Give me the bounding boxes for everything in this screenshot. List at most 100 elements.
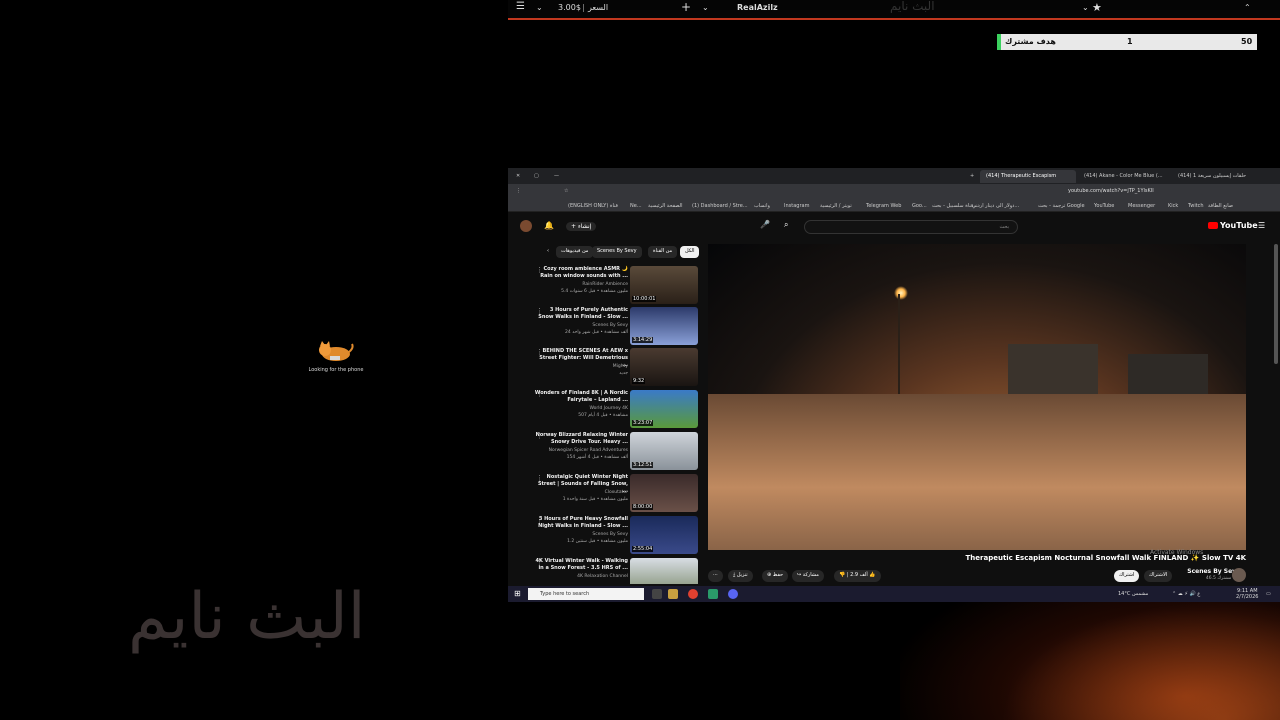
bookmark-item[interactable]: (ENGLISH ONLY) قناة	[568, 203, 618, 209]
search-icon[interactable]: ⌕	[784, 220, 788, 230]
chrome-icon[interactable]	[688, 589, 698, 599]
chip-channel-name[interactable]: Scenes By Sevy	[592, 246, 642, 258]
list-item[interactable]: ⋮ 4K Virtual Winter Walk - Walking in a …	[528, 558, 700, 584]
bookmark-item[interactable]: Kick	[1168, 203, 1178, 209]
dropdown-icon[interactable]: ⌄	[536, 3, 543, 12]
search-placeholder: بحث	[999, 224, 1009, 230]
caret-up-icon[interactable]: ⌃	[1244, 3, 1251, 12]
tab-akane[interactable]: (414) Akane - Color Me Blue (...	[1078, 170, 1170, 183]
bookmark-item[interactable]: قناة سلسبيل - بحث...	[932, 203, 978, 209]
video-meta: 154 ألف مشاهدة • قبل 4 أشهر	[566, 455, 628, 460]
notification-icon[interactable]: ▭	[1266, 591, 1271, 597]
join-button[interactable]: الاشتراك	[1144, 570, 1173, 582]
video-thumbnail[interactable]: 2:55:04	[630, 516, 698, 554]
mic-icon[interactable]: 🎤	[760, 220, 770, 229]
save-button[interactable]: ⊕ حفظ	[762, 570, 789, 582]
scrollbar[interactable]	[1274, 244, 1278, 364]
create-button[interactable]: + إنشاء	[566, 222, 597, 231]
list-item[interactable]: ⋮ BEHIND THE SCENES At AEW x Street Figh…	[528, 348, 700, 386]
dropdown-icon[interactable]: ⌄	[1082, 3, 1089, 12]
background-glow-bright	[1000, 600, 1280, 720]
stream-top-bar: ☰ ⌄ 3.00$ | السعر + ⌄ RealAzilz البث ناي…	[508, 0, 1280, 20]
weather-widget[interactable]: 14°C مشمس	[1118, 591, 1148, 597]
address-bar[interactable]: youtube.com/watch?v=jTP_1YlsKII ⋮ ☆	[508, 184, 1280, 200]
discord-icon[interactable]	[728, 589, 738, 599]
list-item[interactable]: ⋮ 3 Hours of Purely Authentic Snow Walks…	[528, 307, 700, 345]
chip-other[interactable]: من فيديوهات	[556, 246, 594, 258]
video-player[interactable]	[708, 244, 1246, 550]
tab-label: (414) Therapeutic Escapism	[986, 173, 1057, 179]
extension-icon[interactable]: ⋮	[516, 188, 521, 194]
bookmark-item[interactable]: واتساب	[754, 203, 770, 209]
video-thumbnail[interactable]: 10:00:01	[630, 266, 698, 304]
share-label: مشاركة	[802, 572, 819, 578]
notifications-icon[interactable]: 🔔	[544, 221, 554, 230]
bookmark-item[interactable]: الصفحة الرئيسية	[648, 203, 683, 209]
video-channel: World Journey 4K	[589, 406, 628, 411]
video-thumbnail[interactable]: 3:23:07	[630, 390, 698, 428]
windows-start-icon[interactable]: ⊞	[514, 589, 521, 598]
star-icon[interactable]: ★	[1092, 1, 1102, 14]
logo-text: YouTube	[1220, 221, 1258, 230]
list-item[interactable]: ⋮ Cozy room ambience ASMR 🌙 Rain on wind…	[528, 266, 700, 304]
chip-from-channel[interactable]: من القناة	[648, 246, 678, 258]
close-window-icon[interactable]: ✕	[510, 170, 526, 183]
video-thumbnail[interactable]	[630, 558, 698, 584]
restore-icon[interactable]: ▢	[528, 170, 545, 183]
download-label: تنزيل	[736, 572, 748, 578]
bookmark-item[interactable]: YouTube	[1094, 203, 1114, 209]
list-item[interactable]: ⋮ Norway Blizzard Relaxing Winter Snowy …	[528, 432, 700, 470]
chip-all[interactable]: الكل	[680, 246, 700, 258]
download-button[interactable]: ⤓ تنزيل	[728, 570, 753, 582]
bookmark-item[interactable]: Instagram	[784, 203, 809, 209]
tab-episodes[interactable]: (414) حلقات إيسبيلون سريعة 1	[1172, 170, 1272, 183]
chevron-left-icon[interactable]: ‹	[542, 246, 554, 258]
list-item[interactable]: ⋮ Nostalgic Quiet Winter Night Street | …	[528, 474, 700, 512]
bookmark-item[interactable]: صانع الطاقة	[1208, 203, 1233, 209]
hamburger-icon[interactable]: ☰	[1258, 221, 1265, 230]
bookmark-star-icon[interactable]: ☆	[564, 188, 568, 194]
video-thumbnail[interactable]: 9:32	[630, 348, 698, 386]
bookmark-item[interactable]: Telegram Web	[866, 203, 901, 209]
bookmark-item[interactable]: Messenger	[1128, 203, 1155, 209]
task-view-icon[interactable]	[652, 589, 662, 599]
stream-title: البث نايم	[128, 580, 366, 654]
video-title-main: Therapeutic Escapism Nocturnal Snowfall …	[965, 554, 1246, 562]
bookmark-item[interactable]: تويتر / الرئيسية	[820, 203, 852, 209]
goal-current: 1	[1127, 37, 1133, 46]
bookmark-item[interactable]: Ne...	[630, 203, 642, 209]
avatar[interactable]	[520, 220, 532, 232]
more-actions-icon[interactable]: ⋯	[708, 570, 723, 582]
like-dislike-button[interactable]: 👎 | 2.9 ألف 👍	[834, 570, 881, 582]
minimize-icon[interactable]: —	[548, 170, 565, 183]
dropdown-icon[interactable]: ⌄	[702, 3, 709, 12]
menu-icon[interactable]: ☰	[516, 1, 525, 12]
app-icon[interactable]	[708, 589, 718, 599]
search-input[interactable]: بحث	[804, 220, 1018, 234]
youtube-logo[interactable]: YouTube	[1208, 221, 1258, 230]
bookmark-item[interactable]: ترجمة - بحث Google	[1038, 203, 1085, 209]
plus-icon[interactable]: +	[681, 0, 691, 14]
tab-therapeutic[interactable]: (414) Therapeutic Escapism	[980, 170, 1076, 183]
taskbar-search-input[interactable]: Type here to search	[528, 588, 644, 600]
video-title: 3 Hours of Pure Heavy Snowfall Night Wal…	[538, 516, 628, 529]
like-count: 2.9 ألف	[850, 572, 868, 578]
clock[interactable]: 9:11 AM 2/7/2026	[1236, 588, 1258, 600]
file-explorer-icon[interactable]	[668, 589, 678, 599]
list-item[interactable]: ⋮ 3 Hours of Pure Heavy Snowfall Night W…	[528, 516, 700, 554]
subscribe-button[interactable]: اشتراك	[1114, 570, 1140, 582]
video-meta: 1 مليون مشاهدة • قبل سنة واحدة	[562, 497, 628, 502]
video-channel: RainRider Ambience	[582, 282, 628, 287]
new-tab-icon[interactable]: +	[964, 170, 980, 183]
list-item[interactable]: ⋮ Wonders of Finland 8K | A Nordic Fairy…	[528, 390, 700, 428]
video-thumbnail[interactable]: 8:00:00	[630, 474, 698, 512]
bookmark-item[interactable]: Goo...	[912, 203, 927, 209]
video-thumbnail[interactable]: 3:12:51	[630, 432, 698, 470]
video-thumbnail[interactable]: 3:14:29	[630, 307, 698, 345]
bookmark-item[interactable]: دولار الى دينار اردني...	[972, 203, 1019, 209]
bookmark-item[interactable]: Twitch	[1188, 203, 1204, 209]
channel-avatar[interactable]	[1232, 568, 1246, 582]
system-tray-icons[interactable]: ⌃ ☁ ⚡ 🔊 ع	[1172, 591, 1200, 597]
share-button[interactable]: ↪ مشاركة	[792, 570, 824, 582]
bookmark-item[interactable]: (1) Dashboard / Stre...	[692, 203, 748, 209]
